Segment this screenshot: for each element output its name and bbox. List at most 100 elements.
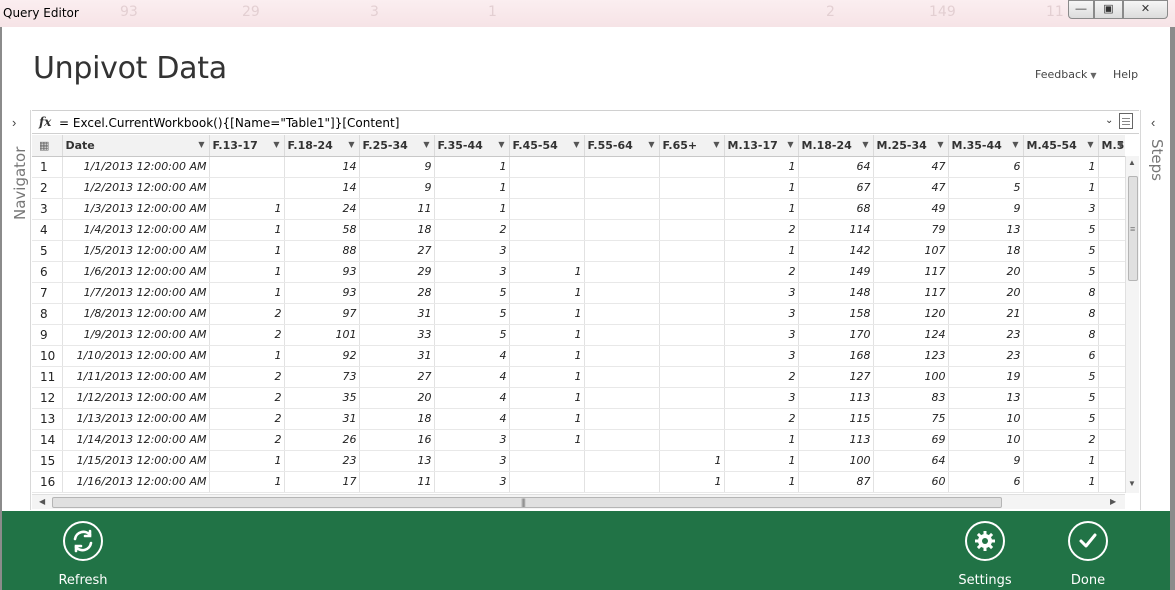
filter-dropdown-icon[interactable]: ▼	[1087, 140, 1093, 149]
table-cell[interactable]: 1/4/2013 12:00:00 AM	[62, 219, 210, 241]
horizontal-scrollbar[interactable]: ◀ ||| ▶	[32, 494, 1125, 509]
scroll-up-arrow-icon[interactable]: ▲	[1128, 158, 1136, 167]
table-cell[interactable]: 120	[873, 303, 949, 325]
table-cell[interactable]: 1	[509, 324, 585, 346]
table-row[interactable]: 8 1/8/2013 12:00:00 AM 2 97 31 5 1 3 158 120 21 8	[32, 303, 1125, 325]
table-cell[interactable]: 47	[873, 177, 949, 199]
table-cell[interactable]: 9	[948, 450, 1024, 472]
table-cell[interactable]: 28	[359, 282, 435, 304]
table-cell[interactable]: 1	[1023, 471, 1099, 493]
table-cell[interactable]	[584, 219, 660, 241]
table-cell[interactable]: 29	[359, 261, 435, 283]
table-cell[interactable]: 1/5/2013 12:00:00 AM	[62, 240, 210, 262]
table-cell[interactable]	[659, 387, 725, 409]
table-cell[interactable]: 1/10/2013 12:00:00 AM	[62, 345, 210, 367]
table-cell[interactable]: 35	[284, 387, 360, 409]
filter-dropdown-icon[interactable]: ▼	[1117, 140, 1123, 149]
table-cell[interactable]: 10	[948, 429, 1024, 451]
column-header[interactable]: F.65+ ▼	[659, 135, 725, 157]
settings-button[interactable]: Settings	[950, 521, 1020, 588]
table-cell[interactable]: 93	[284, 282, 360, 304]
table-cell[interactable]	[1098, 240, 1125, 262]
table-cell[interactable]: 20	[359, 387, 435, 409]
table-cell[interactable]: 2	[1023, 429, 1099, 451]
table-cell[interactable]: 49	[873, 198, 949, 220]
table-row[interactable]: 9 1/9/2013 12:00:00 AM 2 101 33 5 1 3 170 124 23 8	[32, 324, 1125, 346]
filter-dropdown-icon[interactable]: ▼	[573, 140, 579, 149]
table-cell[interactable]: 168	[798, 345, 874, 367]
table-cell[interactable]	[209, 177, 285, 199]
table-cell[interactable]: 100	[798, 450, 874, 472]
table-cell[interactable]	[584, 303, 660, 325]
table-cell[interactable]: 4	[434, 345, 510, 367]
table-cell[interactable]	[584, 366, 660, 388]
column-header[interactable]: M.25-34 ▼	[873, 135, 949, 157]
table-cell[interactable]: 60	[873, 471, 949, 493]
table-cell[interactable]: 1	[509, 282, 585, 304]
table-cell[interactable]: 13	[948, 387, 1024, 409]
table-cell[interactable]	[584, 408, 660, 430]
table-row[interactable]: 6 1/6/2013 12:00:00 AM 1 93 29 3 1 2 149 117 20 5	[32, 261, 1125, 283]
table-cell[interactable]: 4	[434, 387, 510, 409]
table-cell[interactable]: 92	[284, 345, 360, 367]
table-row[interactable]: 7 1/7/2013 12:00:00 AM 1 93 28 5 1 3 148 117 20 8	[32, 282, 1125, 304]
table-cell[interactable]	[509, 450, 585, 472]
table-cell[interactable]: 27	[359, 240, 435, 262]
filter-dropdown-icon[interactable]: ▼	[1012, 140, 1018, 149]
table-cell[interactable]	[209, 156, 285, 178]
table-row[interactable]: 4 1/4/2013 12:00:00 AM 1 58 18 2 2 114 79 13 5	[32, 219, 1125, 241]
table-cell[interactable]: 26	[284, 429, 360, 451]
table-cell[interactable]: 1/6/2013 12:00:00 AM	[62, 261, 210, 283]
table-cell[interactable]: 18	[948, 240, 1024, 262]
table-cell[interactable]: 1	[434, 198, 510, 220]
table-cell[interactable]	[584, 177, 660, 199]
filter-dropdown-icon[interactable]: ▼	[348, 140, 354, 149]
table-cell[interactable]	[584, 429, 660, 451]
table-cell[interactable]: 1	[1023, 177, 1099, 199]
column-header[interactable]: M.18-24 ▼	[798, 135, 874, 157]
table-cell[interactable]: 64	[798, 156, 874, 178]
table-cell[interactable]: 1	[209, 261, 285, 283]
table-cell[interactable]: 9	[948, 198, 1024, 220]
table-cell[interactable]	[1098, 261, 1125, 283]
table-cell[interactable]: 3	[434, 240, 510, 262]
table-cell[interactable]	[509, 240, 585, 262]
filter-dropdown-icon[interactable]: ▼	[273, 140, 279, 149]
close-button[interactable]: ✕	[1123, 0, 1168, 19]
table-cell[interactable]: 1	[509, 408, 585, 430]
table-row[interactable]: 13 1/13/2013 12:00:00 AM 2 31 18 4 1 2 115 75 10 5	[32, 408, 1125, 430]
column-header[interactable]: F.18-24 ▼	[284, 135, 360, 157]
table-row[interactable]: 10 1/10/2013 12:00:00 AM 1 92 31 4 1 3 168 123 23 6	[32, 345, 1125, 367]
table-cell[interactable]: 31	[359, 345, 435, 367]
table-cell[interactable]	[1098, 303, 1125, 325]
steps-label[interactable]: Steps	[1148, 139, 1166, 181]
navigator-pane[interactable]: › Navigator	[3, 110, 31, 510]
table-cell[interactable]	[659, 408, 725, 430]
table-cell[interactable]	[659, 261, 725, 283]
table-cell[interactable]	[659, 345, 725, 367]
table-row[interactable]: 14 1/14/2013 12:00:00 AM 2 26 16 3 1 1 113 69 10 2	[32, 429, 1125, 451]
table-cell[interactable]: 1	[724, 471, 799, 493]
table-cell[interactable]: 67	[798, 177, 874, 199]
table-cell[interactable]: 1	[209, 450, 285, 472]
table-cell[interactable]: 1	[209, 219, 285, 241]
table-cell[interactable]: 2	[724, 408, 799, 430]
table-cell[interactable]: 6	[948, 471, 1024, 493]
table-cell[interactable]: 3	[724, 324, 799, 346]
table-cell[interactable]: 16	[359, 429, 435, 451]
table-cell[interactable]: 31	[284, 408, 360, 430]
table-cell[interactable]: 17	[284, 471, 360, 493]
column-header[interactable]: F.45-54 ▼	[509, 135, 585, 157]
table-cell[interactable]: 2	[724, 366, 799, 388]
table-cell[interactable]: 3	[434, 471, 510, 493]
table-cell[interactable]: 20	[948, 261, 1024, 283]
chevron-down-icon[interactable]: ⌄	[1105, 115, 1113, 126]
table-cell[interactable]: 6	[1023, 345, 1099, 367]
table-cell[interactable]: 5	[434, 324, 510, 346]
table-row[interactable]: 2 1/2/2013 12:00:00 AM 14 9 1 1 67 47 5 1	[32, 177, 1125, 199]
filter-dropdown-icon[interactable]: ▼	[423, 140, 429, 149]
table-cell[interactable]: 1	[509, 429, 585, 451]
table-cell[interactable]: 5	[1023, 408, 1099, 430]
table-cell[interactable]: 1	[509, 387, 585, 409]
table-cell[interactable]: 1/14/2013 12:00:00 AM	[62, 429, 210, 451]
